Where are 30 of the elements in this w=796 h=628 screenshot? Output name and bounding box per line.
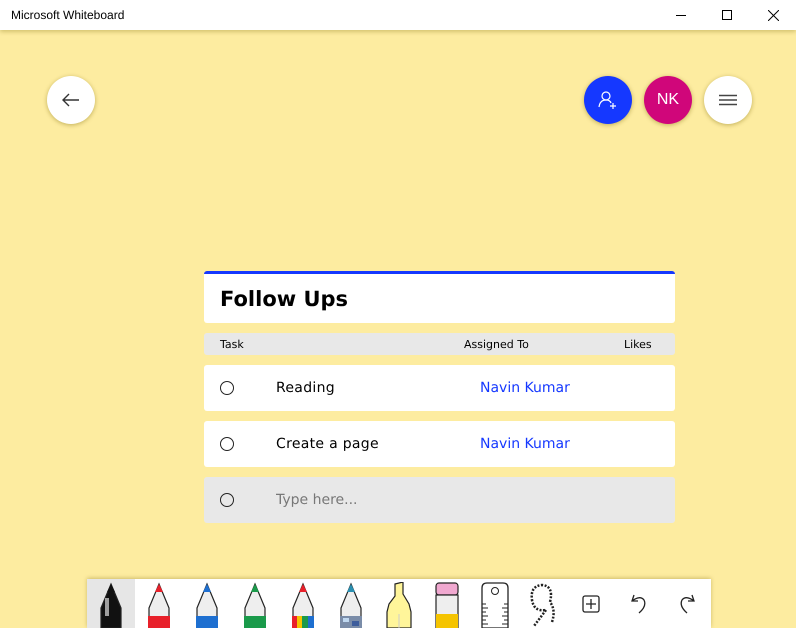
back-button[interactable] — [47, 76, 95, 124]
column-label: Likes — [624, 338, 653, 350]
maximize-icon — [722, 10, 732, 20]
close-icon — [768, 10, 778, 20]
tool-button[interactable] — [87, 579, 135, 628]
eraser-icon — [433, 582, 461, 628]
task-checkbox[interactable] — [220, 437, 234, 451]
column-label: Task — [220, 338, 245, 350]
back-arrow-icon — [62, 93, 80, 107]
menu-button[interactable] — [704, 76, 752, 124]
list-title: Follow Ups — [204, 271, 675, 323]
task-text: Create a page — [276, 436, 380, 452]
add-icon — [582, 594, 600, 612]
window-title: Microsoft Whiteboard — [10, 8, 126, 22]
lasso-icon — [528, 582, 558, 628]
task-checkbox[interactable] — [220, 381, 234, 395]
pen-icon — [337, 582, 365, 628]
add-person-icon — [598, 90, 618, 110]
pen-icon — [289, 582, 317, 628]
assignee-link[interactable]: Navin Kumar — [480, 436, 675, 452]
task-text: Reading — [276, 380, 336, 396]
task-checkbox[interactable] — [220, 493, 234, 507]
menu-icon — [719, 94, 737, 106]
redo-icon — [678, 594, 696, 614]
user-avatar[interactable]: NK — [644, 76, 692, 124]
task-input[interactable]: Type here... — [276, 492, 456, 508]
invite-button[interactable] — [584, 76, 632, 124]
column-label: Assigned To — [464, 338, 530, 350]
assignee-link[interactable]: Navin Kumar — [480, 380, 675, 396]
undo-icon — [630, 594, 648, 614]
